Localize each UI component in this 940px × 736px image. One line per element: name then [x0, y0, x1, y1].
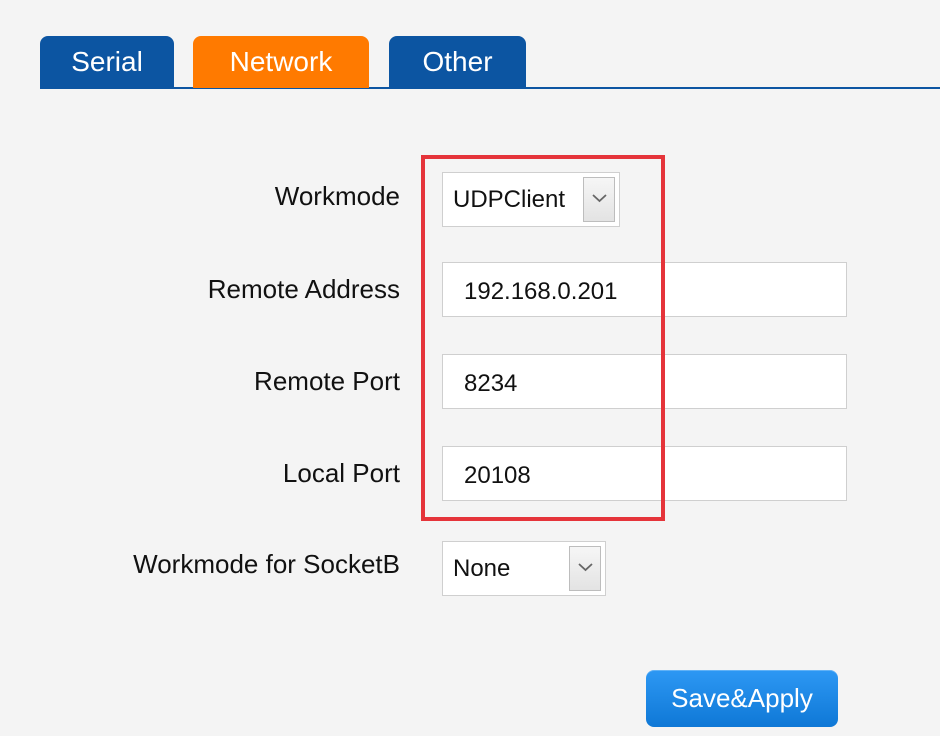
- workmode-socketb-dropdown-button[interactable]: [569, 546, 601, 591]
- local-port-input[interactable]: 20108: [442, 446, 847, 501]
- workmode-value: UDPClient: [453, 186, 566, 213]
- remote-port-label: Remote Port: [254, 366, 400, 396]
- save-apply-button[interactable]: Save&Apply: [646, 670, 838, 727]
- tab-other[interactable]: Other: [389, 36, 526, 88]
- tab-strip: Serial Network Other: [40, 36, 940, 89]
- local-port-value: 20108: [464, 462, 531, 489]
- remote-address-value: 192.168.0.201: [464, 278, 618, 305]
- workmode-dropdown-button[interactable]: [583, 177, 615, 222]
- remote-port-value: 8234: [464, 370, 518, 397]
- tab-network[interactable]: Network: [193, 36, 369, 88]
- workmode-socketb-label: Workmode for SocketB: [133, 549, 400, 579]
- remote-address-input[interactable]: 192.168.0.201: [442, 262, 847, 317]
- workmode-select[interactable]: UDPClient: [442, 172, 620, 227]
- workmode-socketb-select[interactable]: None: [442, 541, 606, 596]
- chevron-down-icon: [578, 563, 593, 572]
- tab-serial[interactable]: Serial: [40, 36, 174, 88]
- workmode-label: Workmode: [274, 181, 400, 211]
- workmode-socketb-value: None: [453, 555, 511, 582]
- remote-address-label: Remote Address: [207, 274, 400, 304]
- local-port-label: Local Port: [282, 458, 400, 488]
- chevron-down-icon: [592, 194, 607, 203]
- remote-port-input[interactable]: 8234: [442, 354, 847, 409]
